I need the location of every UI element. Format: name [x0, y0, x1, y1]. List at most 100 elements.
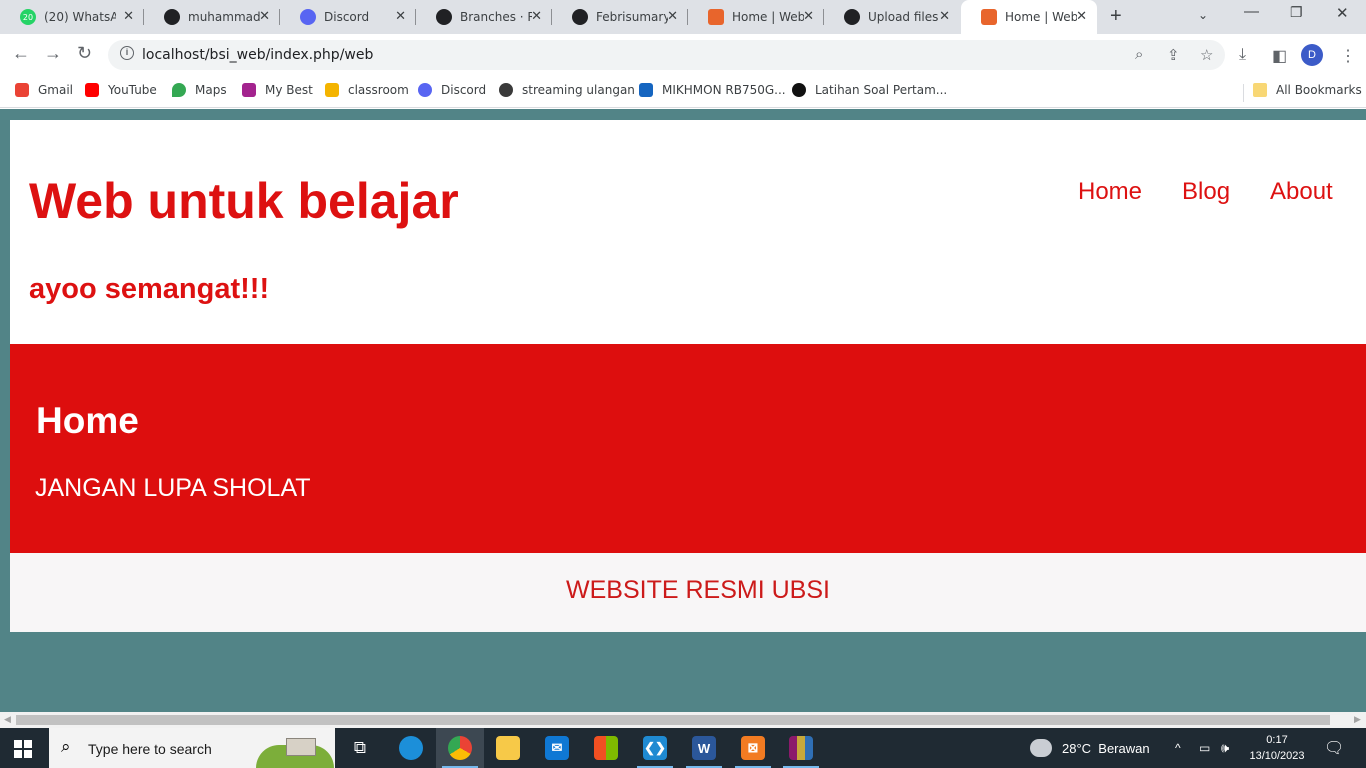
whatsapp-icon: 20: [20, 9, 36, 25]
back-icon[interactable]: ←: [12, 43, 30, 64]
side-panel-icon[interactable]: ◧: [1272, 46, 1287, 66]
bookmark-discord[interactable]: Discord: [418, 83, 486, 97]
edge-taskbar-button[interactable]: [387, 728, 435, 768]
scrollbar-thumb[interactable]: [16, 715, 1330, 725]
tab-title: Home | Web: [732, 10, 804, 24]
winrar-icon: [789, 736, 813, 760]
page-viewport: Web untuk belajar ayoo semangat!!! Home …: [0, 109, 1366, 712]
minimize-icon[interactable]: —: [1244, 3, 1259, 20]
store-taskbar-button[interactable]: [582, 728, 630, 768]
discord-icon: [300, 9, 316, 25]
close-tab-icon[interactable]: ✕: [939, 9, 950, 24]
bookmark-gmail[interactable]: Gmail: [15, 83, 73, 97]
bookmark-youtube[interactable]: YouTube: [85, 83, 157, 97]
task-view-button[interactable]: ⧉: [336, 728, 384, 768]
download-icon[interactable]: ⤓: [1239, 46, 1246, 64]
site-title: Web untuk belajar: [29, 173, 459, 229]
tab-title: muhammadh: [188, 10, 260, 24]
content-section: Home JANGAN LUPA SHOLAT: [10, 344, 1366, 553]
folder-icon: [1253, 83, 1267, 97]
forward-icon[interactable]: →: [44, 43, 62, 64]
close-tab-icon[interactable]: ✕: [667, 9, 678, 24]
close-window-icon[interactable]: ✕: [1336, 4, 1349, 22]
nav-about-link[interactable]: About: [1270, 178, 1333, 206]
latihan-soal-icon: [792, 83, 806, 97]
xampp-icon: [708, 9, 724, 25]
weather-desc: Berawan: [1098, 740, 1150, 756]
weather-widget[interactable]: 28°C Berawan: [1030, 728, 1150, 768]
notifications-icon[interactable]: 🗨: [1324, 728, 1344, 768]
tab-home-web[interactable]: Home | Web ✕: [688, 0, 824, 34]
windows-start-icon[interactable]: [14, 740, 32, 758]
word-taskbar-button[interactable]: W: [680, 728, 728, 768]
close-tab-icon[interactable]: ✕: [803, 9, 814, 24]
tab-discord[interactable]: Discord ✕: [280, 0, 416, 34]
new-tab-button[interactable]: +: [1110, 5, 1122, 28]
bookmark-my-best[interactable]: My Best: [242, 83, 313, 97]
close-tab-icon[interactable]: ✕: [123, 9, 134, 24]
scroll-left-arrow-icon[interactable]: ◀: [4, 714, 11, 725]
battery-icon[interactable]: ▭: [1199, 728, 1210, 768]
site-header: Web untuk belajar ayoo semangat!!! Home …: [10, 120, 1366, 344]
tab-upload-files[interactable]: Upload files ✕: [824, 0, 960, 34]
tab-title: Branches · Re: [460, 10, 532, 24]
weather-temp: 28°C: [1062, 740, 1092, 756]
bookmark-maps[interactable]: Maps: [172, 83, 227, 97]
github-icon: [572, 9, 588, 25]
github-icon: [436, 9, 452, 25]
nav-blog-link[interactable]: Blog: [1182, 178, 1230, 206]
show-hidden-icons-chevron-icon[interactable]: ^: [1175, 728, 1181, 768]
all-bookmarks[interactable]: All Bookmarks: [1253, 83, 1362, 97]
address-bar[interactable]: i localhost/bsi_web/index.php/web ⌕ ⇪ ☆: [108, 40, 1225, 70]
close-tab-icon[interactable]: ✕: [395, 9, 406, 24]
search-icon: ⌕: [61, 737, 71, 756]
url-text[interactable]: localhost/bsi_web/index.php/web: [142, 47, 373, 63]
tab-github-branches[interactable]: Branches · Re ✕: [416, 0, 552, 34]
bookmarks-divider: [1243, 84, 1244, 102]
streaming-icon: [499, 83, 513, 97]
bookmark-latihan-soal[interactable]: Latihan Soal Pertam...: [792, 83, 947, 97]
tab-github-muhammad[interactable]: muhammadh ✕: [144, 0, 280, 34]
file-explorer-taskbar-button[interactable]: [484, 728, 532, 768]
close-tab-icon[interactable]: ✕: [259, 9, 270, 24]
zoom-icon[interactable]: ⌕: [1135, 46, 1143, 63]
tab-search-chevron-icon[interactable]: ⌄: [1198, 8, 1208, 22]
horizontal-scrollbar[interactable]: ◀ ▶: [0, 712, 1366, 728]
chrome-icon: [448, 736, 472, 760]
tab-title: Upload files: [868, 10, 939, 24]
restore-icon[interactable]: ❐: [1290, 4, 1303, 21]
site-info-icon[interactable]: i: [120, 46, 134, 60]
edge-icon: [399, 736, 423, 760]
reload-icon[interactable]: ↻: [77, 43, 92, 64]
tab-whatsapp[interactable]: 20 (20) WhatsApp ✕: [0, 0, 144, 34]
winrar-taskbar-button[interactable]: [777, 728, 825, 768]
bookmark-classroom[interactable]: classroom: [325, 83, 409, 97]
mail-icon: ✉: [545, 736, 569, 760]
close-tab-icon[interactable]: ✕: [531, 9, 542, 24]
bookmark-mikhmon[interactable]: MIKHMON RB750G...: [639, 83, 786, 97]
site-tagline: ayoo semangat!!!: [29, 273, 270, 305]
mail-taskbar-button[interactable]: ✉: [533, 728, 581, 768]
volume-icon[interactable]: 🕪: [1221, 728, 1229, 768]
menu-kebab-icon[interactable]: ⋮: [1340, 46, 1356, 66]
taskbar-search-box[interactable]: ⌕ Type here to search: [49, 728, 335, 768]
file-explorer-icon: [496, 736, 520, 760]
task-view-icon: ⧉: [353, 738, 367, 757]
share-icon[interactable]: ⇪: [1167, 46, 1180, 64]
bookmark-streaming[interactable]: streaming ulangan: [499, 83, 635, 97]
vscode-icon: ❮❯: [643, 736, 667, 760]
taskbar-clock[interactable]: 0:17 13/10/2023: [1246, 732, 1308, 764]
chrome-taskbar-button[interactable]: [436, 728, 484, 768]
tab-home-web-active[interactable]: Home | Web ✕: [961, 0, 1097, 34]
xampp-taskbar-button[interactable]: ⊠: [729, 728, 777, 768]
tab-github-febrisumarya[interactable]: Febrisumarya ✕: [552, 0, 688, 34]
vscode-taskbar-button[interactable]: ❮❯: [631, 728, 679, 768]
profile-avatar[interactable]: D: [1301, 44, 1323, 66]
site-footer: WEBSITE RESMI UBSI: [10, 553, 1366, 632]
scroll-right-arrow-icon[interactable]: ▶: [1354, 714, 1361, 725]
content-text: JANGAN LUPA SHOLAT: [35, 474, 311, 502]
bookmark-star-icon[interactable]: ☆: [1200, 46, 1213, 64]
nav-home-link[interactable]: Home: [1078, 178, 1142, 206]
close-tab-icon[interactable]: ✕: [1076, 9, 1087, 24]
search-placeholder: Type here to search: [88, 741, 212, 757]
